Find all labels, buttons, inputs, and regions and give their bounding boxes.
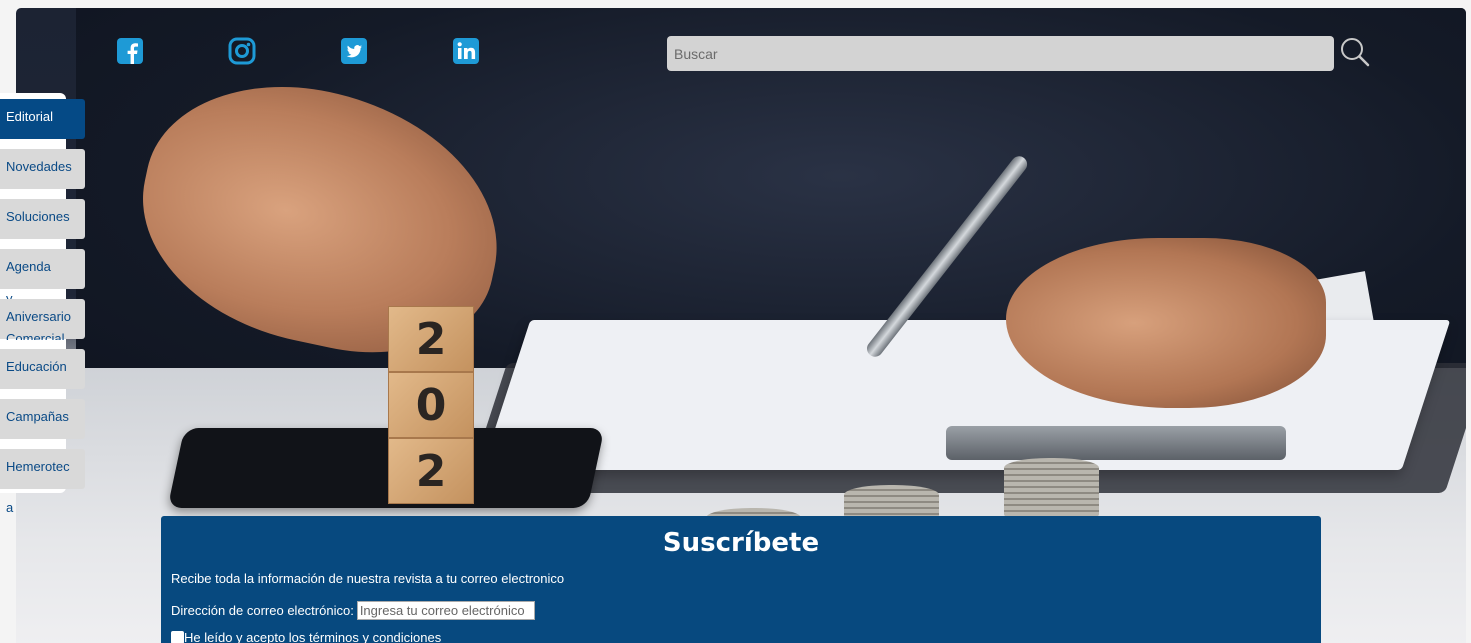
terms-checkbox[interactable]	[171, 631, 184, 643]
terms-label: He leído y acepto los términos y condici…	[184, 630, 442, 643]
sidebar-item-novedades[interactable]: Novedades	[0, 149, 85, 189]
search-icon[interactable]	[1340, 37, 1370, 67]
sidebar-overflow-text: Comercial	[6, 331, 65, 340]
email-label: Dirección de correo electrónico:	[171, 603, 354, 618]
sidebar-item-hemeroteca[interactable]: Hemerotec	[0, 449, 85, 489]
block-digit: 2	[388, 306, 474, 372]
subscribe-description: Recibe toda la información de nuestra re…	[171, 571, 565, 586]
email-field[interactable]	[356, 601, 535, 620]
sidebar-item-campanas[interactable]: Campañas	[0, 399, 85, 439]
subscribe-title: Suscríbete	[662, 528, 820, 558]
sidebar-item-agenda[interactable]: Agenda	[0, 249, 85, 289]
block-digit: 0	[388, 372, 474, 438]
sidebar-item-educacion[interactable]: Educación	[0, 349, 85, 389]
block-digit: 2	[388, 438, 474, 504]
sidebar-item-editorial[interactable]: Editorial	[0, 99, 85, 139]
twitter-icon[interactable]	[340, 37, 368, 65]
search-input[interactable]	[667, 36, 1334, 71]
linkedin-icon[interactable]	[452, 37, 480, 65]
page: 2 0 2 Editorial Novedades Soluciones Age…	[0, 0, 1471, 643]
terms-row: He leído y acepto los términos y condici…	[171, 630, 441, 643]
email-row: Dirección de correo electrónico:	[171, 601, 535, 620]
facebook-icon[interactable]	[116, 37, 144, 65]
instagram-icon[interactable]	[228, 37, 256, 65]
number-blocks: 2 0 2	[388, 306, 478, 536]
sidebar-overflow-text: a	[6, 500, 14, 515]
sidebar-item-soluciones[interactable]: Soluciones	[0, 199, 85, 239]
subscribe-panel: Suscríbete Recibe toda la información de…	[161, 516, 1321, 643]
social-bar	[116, 37, 480, 65]
